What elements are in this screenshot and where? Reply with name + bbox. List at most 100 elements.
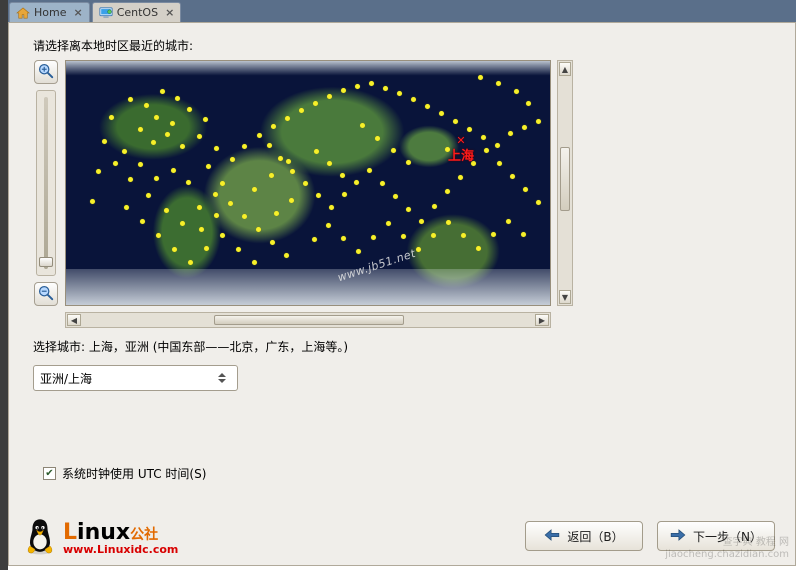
city-dot[interactable] [109, 115, 114, 120]
city-dot[interactable] [164, 208, 169, 213]
vscroll-up-icon[interactable]: ▲ [559, 62, 571, 76]
city-dot[interactable] [536, 119, 541, 124]
vscroll-down-icon[interactable]: ▼ [559, 290, 571, 304]
city-dot[interactable] [314, 149, 319, 154]
city-dot[interactable] [197, 134, 202, 139]
city-dot[interactable] [197, 205, 202, 210]
city-dot[interactable] [289, 198, 294, 203]
city-dot[interactable] [491, 232, 496, 237]
hscroll-right-icon[interactable]: ▶ [535, 314, 549, 326]
city-dot[interactable] [220, 233, 225, 238]
city-dot[interactable] [124, 205, 129, 210]
city-dot[interactable] [495, 143, 500, 148]
city-dot[interactable] [128, 177, 133, 182]
city-dot[interactable] [172, 247, 177, 252]
map-vscrollbar[interactable]: ▲ ▼ [557, 60, 573, 306]
city-dot[interactable] [206, 164, 211, 169]
city-dot[interactable] [271, 124, 276, 129]
city-dot[interactable] [327, 94, 332, 99]
city-dot[interactable] [514, 89, 519, 94]
city-dot[interactable] [151, 140, 156, 145]
city-dot[interactable] [165, 132, 170, 137]
city-dot[interactable] [214, 213, 219, 218]
city-dot[interactable] [175, 96, 180, 101]
city-dot[interactable] [425, 104, 430, 109]
city-dot[interactable] [508, 131, 513, 136]
city-dot[interactable] [431, 233, 436, 238]
city-dot[interactable] [146, 193, 151, 198]
city-dot[interactable] [154, 115, 159, 120]
city-dot[interactable] [467, 127, 472, 132]
tab-centos-close-icon[interactable]: × [162, 6, 174, 19]
city-dot[interactable] [252, 187, 257, 192]
zoom-slider[interactable] [36, 90, 56, 276]
tab-home[interactable]: Home × [9, 2, 90, 22]
city-dot[interactable] [458, 175, 463, 180]
city-dot[interactable] [526, 101, 531, 106]
city-dot[interactable] [386, 221, 391, 226]
city-dot[interactable] [90, 199, 95, 204]
city-dot[interactable] [102, 139, 107, 144]
hscroll-thumb[interactable] [214, 315, 404, 325]
city-dot[interactable] [230, 157, 235, 162]
city-dot[interactable] [285, 116, 290, 121]
city-dot[interactable] [171, 168, 176, 173]
city-dot[interactable] [278, 156, 283, 161]
city-dot[interactable] [391, 148, 396, 153]
city-dot[interactable] [354, 180, 359, 185]
city-dot[interactable] [140, 219, 145, 224]
city-dot[interactable] [290, 169, 295, 174]
city-dot[interactable] [138, 127, 143, 132]
city-dot[interactable] [228, 201, 233, 206]
city-dot[interactable] [154, 176, 159, 181]
city-dot[interactable] [342, 192, 347, 197]
city-dot[interactable] [406, 160, 411, 165]
city-dot[interactable] [269, 173, 274, 178]
city-dot[interactable] [242, 144, 247, 149]
city-dot[interactable] [481, 135, 486, 140]
city-dot[interactable] [96, 169, 101, 174]
city-dot[interactable] [220, 181, 225, 186]
city-dot[interactable] [329, 205, 334, 210]
city-dot[interactable] [313, 101, 318, 106]
city-dot[interactable] [316, 193, 321, 198]
city-dot[interactable] [510, 174, 515, 179]
city-dot[interactable] [521, 232, 526, 237]
city-dot[interactable] [267, 143, 272, 148]
back-button[interactable]: 返回（B） [525, 521, 643, 551]
city-dot[interactable] [496, 81, 501, 86]
city-dot[interactable] [312, 237, 317, 242]
city-dot[interactable] [478, 75, 483, 80]
city-dot[interactable] [445, 189, 450, 194]
city-dot[interactable] [461, 233, 466, 238]
city-dot[interactable] [416, 247, 421, 252]
city-dot[interactable] [187, 107, 192, 112]
map-hscrollbar[interactable]: ◀ ▶ [65, 312, 551, 328]
city-dot[interactable] [383, 86, 388, 91]
city-dot[interactable] [360, 123, 365, 128]
zoom-slider-thumb[interactable] [39, 257, 53, 267]
city-dot[interactable] [170, 121, 175, 126]
city-dot[interactable] [341, 88, 346, 93]
city-dot[interactable] [375, 136, 380, 141]
city-dot[interactable] [476, 246, 481, 251]
city-dot[interactable] [180, 144, 185, 149]
vscroll-thumb[interactable] [560, 147, 570, 211]
city-dot[interactable] [188, 260, 193, 265]
city-dot[interactable] [506, 219, 511, 224]
city-dot[interactable] [401, 234, 406, 239]
city-dot[interactable] [299, 108, 304, 113]
city-dot[interactable] [367, 168, 372, 173]
city-dot[interactable] [144, 103, 149, 108]
city-dot[interactable] [213, 192, 218, 197]
city-dot[interactable] [203, 117, 208, 122]
city-dot[interactable] [128, 97, 133, 102]
city-dot[interactable] [453, 119, 458, 124]
city-dot[interactable] [274, 211, 279, 216]
city-dot[interactable] [484, 148, 489, 153]
timezone-combobox[interactable]: 亚洲/上海 [33, 365, 238, 391]
city-dot[interactable] [380, 181, 385, 186]
timezone-map[interactable]: ✕ 上海 www.jb51.net [65, 60, 551, 306]
city-dot[interactable] [256, 227, 261, 232]
city-dot[interactable] [214, 146, 219, 151]
